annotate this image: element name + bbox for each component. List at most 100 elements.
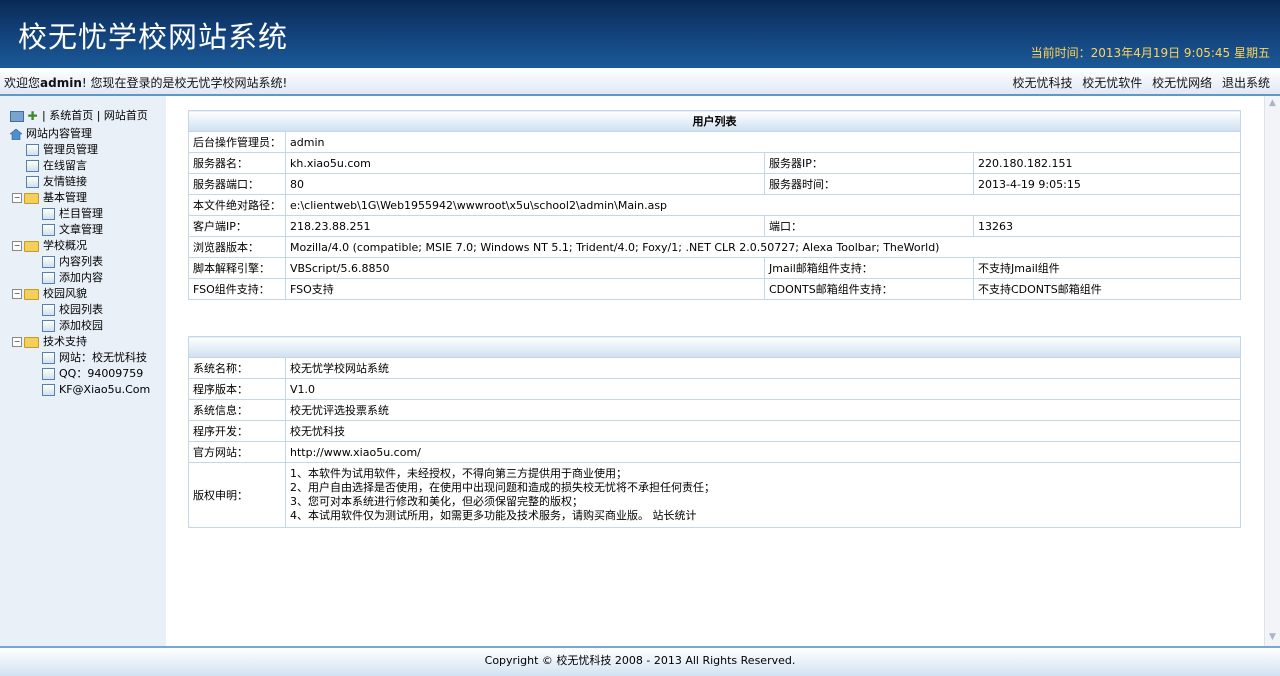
system-info-table: 系统名称： 校无忧学校网站系统 程序版本： V1.0 系统信息： 校无忧评选投票系统 程序开…: [188, 336, 1241, 528]
folder-icon: [24, 336, 39, 348]
sidebar-item-label[interactable]: QQ：94009759: [59, 367, 143, 380]
document-icon: [42, 272, 55, 284]
field-label: 本文件绝对路径：: [188, 194, 286, 216]
current-datetime: 当前时间：2013年4月19日 9:05:45 星期五: [1030, 46, 1270, 60]
field-label: 服务器IP：: [764, 152, 974, 174]
field-label: 服务器端口：: [188, 173, 286, 195]
document-icon: [42, 368, 55, 380]
collapse-icon[interactable]: −: [12, 337, 22, 347]
folder-icon: [24, 288, 39, 300]
field-label: 系统信息：: [188, 399, 286, 421]
link-xwy-tech[interactable]: 校无忧科技: [1012, 76, 1072, 90]
field-value: 校无忧评选投票系统: [285, 399, 1241, 421]
copyright-line: 2、用户自由选择是否使用，在使用中出现问题和造成的损失校无忧将不承担任何责任；: [290, 481, 715, 494]
document-icon: [42, 320, 55, 332]
document-icon: [26, 176, 39, 188]
field-label: 版权申明：: [188, 462, 286, 528]
collapse-icon[interactable]: −: [12, 289, 22, 299]
field-value: 校无忧学校网站系统: [285, 357, 1241, 379]
home-icon: [10, 128, 22, 140]
document-icon: [42, 304, 55, 316]
monitor-icon: [10, 110, 24, 122]
collapse-icon[interactable]: −: [12, 241, 22, 251]
field-label: FSO组件支持：: [188, 278, 286, 300]
field-value: FSO支持: [285, 278, 765, 300]
sidebar-item[interactable]: 友情链接: [26, 174, 87, 190]
field-label: 端口：: [764, 215, 974, 237]
logout-link[interactable]: 退出系统: [1222, 76, 1270, 90]
field-value: V1.0: [285, 378, 1241, 400]
folder-icon: [24, 192, 39, 204]
table-row: 客户端IP： 218.23.88.251 端口： 13263: [188, 215, 1241, 237]
sidebar-item[interactable]: 网站：校无忧科技: [42, 350, 147, 366]
copyright-text: Copyright © 校无忧科技 2008 - 2013 All Rights…: [484, 654, 796, 667]
field-value[interactable]: http://www.xiao5u.com/: [285, 441, 1241, 463]
field-value: 218.23.88.251: [285, 215, 765, 237]
sidebar-item-label[interactable]: 校园列表: [59, 303, 103, 316]
sidebar-item-label[interactable]: 添加校园: [59, 319, 103, 332]
server-table-title: 用户列表: [188, 110, 1241, 132]
link-xwy-network[interactable]: 校无忧网络: [1152, 76, 1212, 90]
sidebar-item-label[interactable]: 校园风貌: [43, 287, 87, 300]
sidebar-item[interactable]: − 技术支持: [12, 334, 87, 350]
field-label: 服务器时间：: [764, 173, 974, 195]
sidebar-item[interactable]: − 基本管理: [12, 190, 87, 206]
table-row: FSO组件支持： FSO支持 CDONTS邮箱组件支持： 不支持CDONTS邮箱组件: [188, 278, 1241, 300]
table-row: 系统信息： 校无忧评选投票系统: [188, 399, 1241, 421]
sidebar-item-label[interactable]: 学校概况: [43, 239, 87, 252]
sidebar-item[interactable]: 栏目管理: [42, 206, 103, 222]
field-label: 后台操作管理员：: [188, 131, 286, 153]
table-row: 脚本解释引擎： VBScript/5.6.8850 Jmail邮箱组件支持： 不支持J…: [188, 257, 1241, 279]
system-table-title: [188, 336, 1241, 358]
table-row: 程序开发： 校无忧科技: [188, 420, 1241, 442]
sidebar-top-links[interactable]: ✚ | 系统首页 | 网站首页: [10, 108, 148, 124]
tree-root-label[interactable]: 网站内容管理: [26, 127, 92, 140]
sidebar-item-label[interactable]: 友情链接: [43, 175, 87, 188]
welcome-prefix: 欢迎您: [4, 76, 41, 90]
sidebar-item-label[interactable]: 网站：校无忧科技: [59, 351, 147, 364]
sidebar-item-label[interactable]: 基本管理: [43, 191, 87, 204]
sidebar-item[interactable]: 管理员管理: [26, 142, 98, 158]
field-value: 80: [285, 173, 765, 195]
table-row: 系统名称： 校无忧学校网站系统: [188, 357, 1241, 379]
sidebar-item-label[interactable]: KF@Xiao5u.Com: [59, 383, 150, 396]
home-links-text[interactable]: | 系统首页 | 网站首页: [42, 109, 148, 122]
sidebar-item[interactable]: 校园列表: [42, 302, 103, 318]
welcome-username: admin: [40, 76, 82, 90]
tree-root[interactable]: 网站内容管理: [10, 126, 92, 142]
link-xwy-software[interactable]: 校无忧软件: [1082, 76, 1142, 90]
document-icon: [42, 208, 55, 220]
sidebar-item[interactable]: 添加校园: [42, 318, 103, 334]
top-links: 校无忧科技 校无忧软件 校无忧网络 退出系统: [1006, 74, 1270, 91]
sidebar-item[interactable]: QQ：94009759: [42, 366, 143, 382]
sidebar-item-label[interactable]: 文章管理: [59, 223, 103, 236]
sidebar-item[interactable]: 在线留言: [26, 158, 87, 174]
scroll-up-icon[interactable]: ▲: [1267, 98, 1278, 109]
sidebar-item-label[interactable]: 技术支持: [43, 335, 87, 348]
sidebar-item-label[interactable]: 在线留言: [43, 159, 87, 172]
scroll-down-icon[interactable]: ▼: [1267, 632, 1278, 643]
sidebar-item-label[interactable]: 管理员管理: [43, 143, 98, 156]
sidebar-item[interactable]: 添加内容: [42, 270, 103, 286]
field-label: 程序版本：: [188, 378, 286, 400]
table-row: 后台操作管理员： admin: [188, 131, 1241, 153]
vertical-scrollbar[interactable]: ▲ ▼: [1264, 96, 1280, 646]
document-icon: [26, 144, 39, 156]
field-value: 13263: [973, 215, 1241, 237]
field-value: 220.180.182.151: [973, 152, 1241, 174]
table-row: 服务器名： kh.xiao5u.com 服务器IP： 220.180.182.151: [188, 152, 1241, 174]
sidebar-item-label[interactable]: 内容列表: [59, 255, 103, 268]
sidebar-tree: ✚ | 系统首页 | 网站首页 网站内容管理 管理员管理在线留言友情链接 − 基本管…: [0, 96, 166, 646]
folder-icon: [24, 240, 39, 252]
field-label: 客户端IP：: [188, 215, 286, 237]
sidebar-item-label[interactable]: 添加内容: [59, 271, 103, 284]
sidebar-item-label[interactable]: 栏目管理: [59, 207, 103, 220]
field-label: 服务器名：: [188, 152, 286, 174]
collapse-icon[interactable]: −: [12, 193, 22, 203]
welcome-suffix: ! 您现在登录的是校无忧学校网站系统!: [81, 76, 288, 90]
sidebar-item[interactable]: 文章管理: [42, 222, 103, 238]
sidebar-item[interactable]: − 校园风貌: [12, 286, 87, 302]
sidebar-item[interactable]: KF@Xiao5u.Com: [42, 382, 150, 398]
sidebar-item[interactable]: − 学校概况: [12, 238, 87, 254]
sidebar-item[interactable]: 内容列表: [42, 254, 103, 270]
